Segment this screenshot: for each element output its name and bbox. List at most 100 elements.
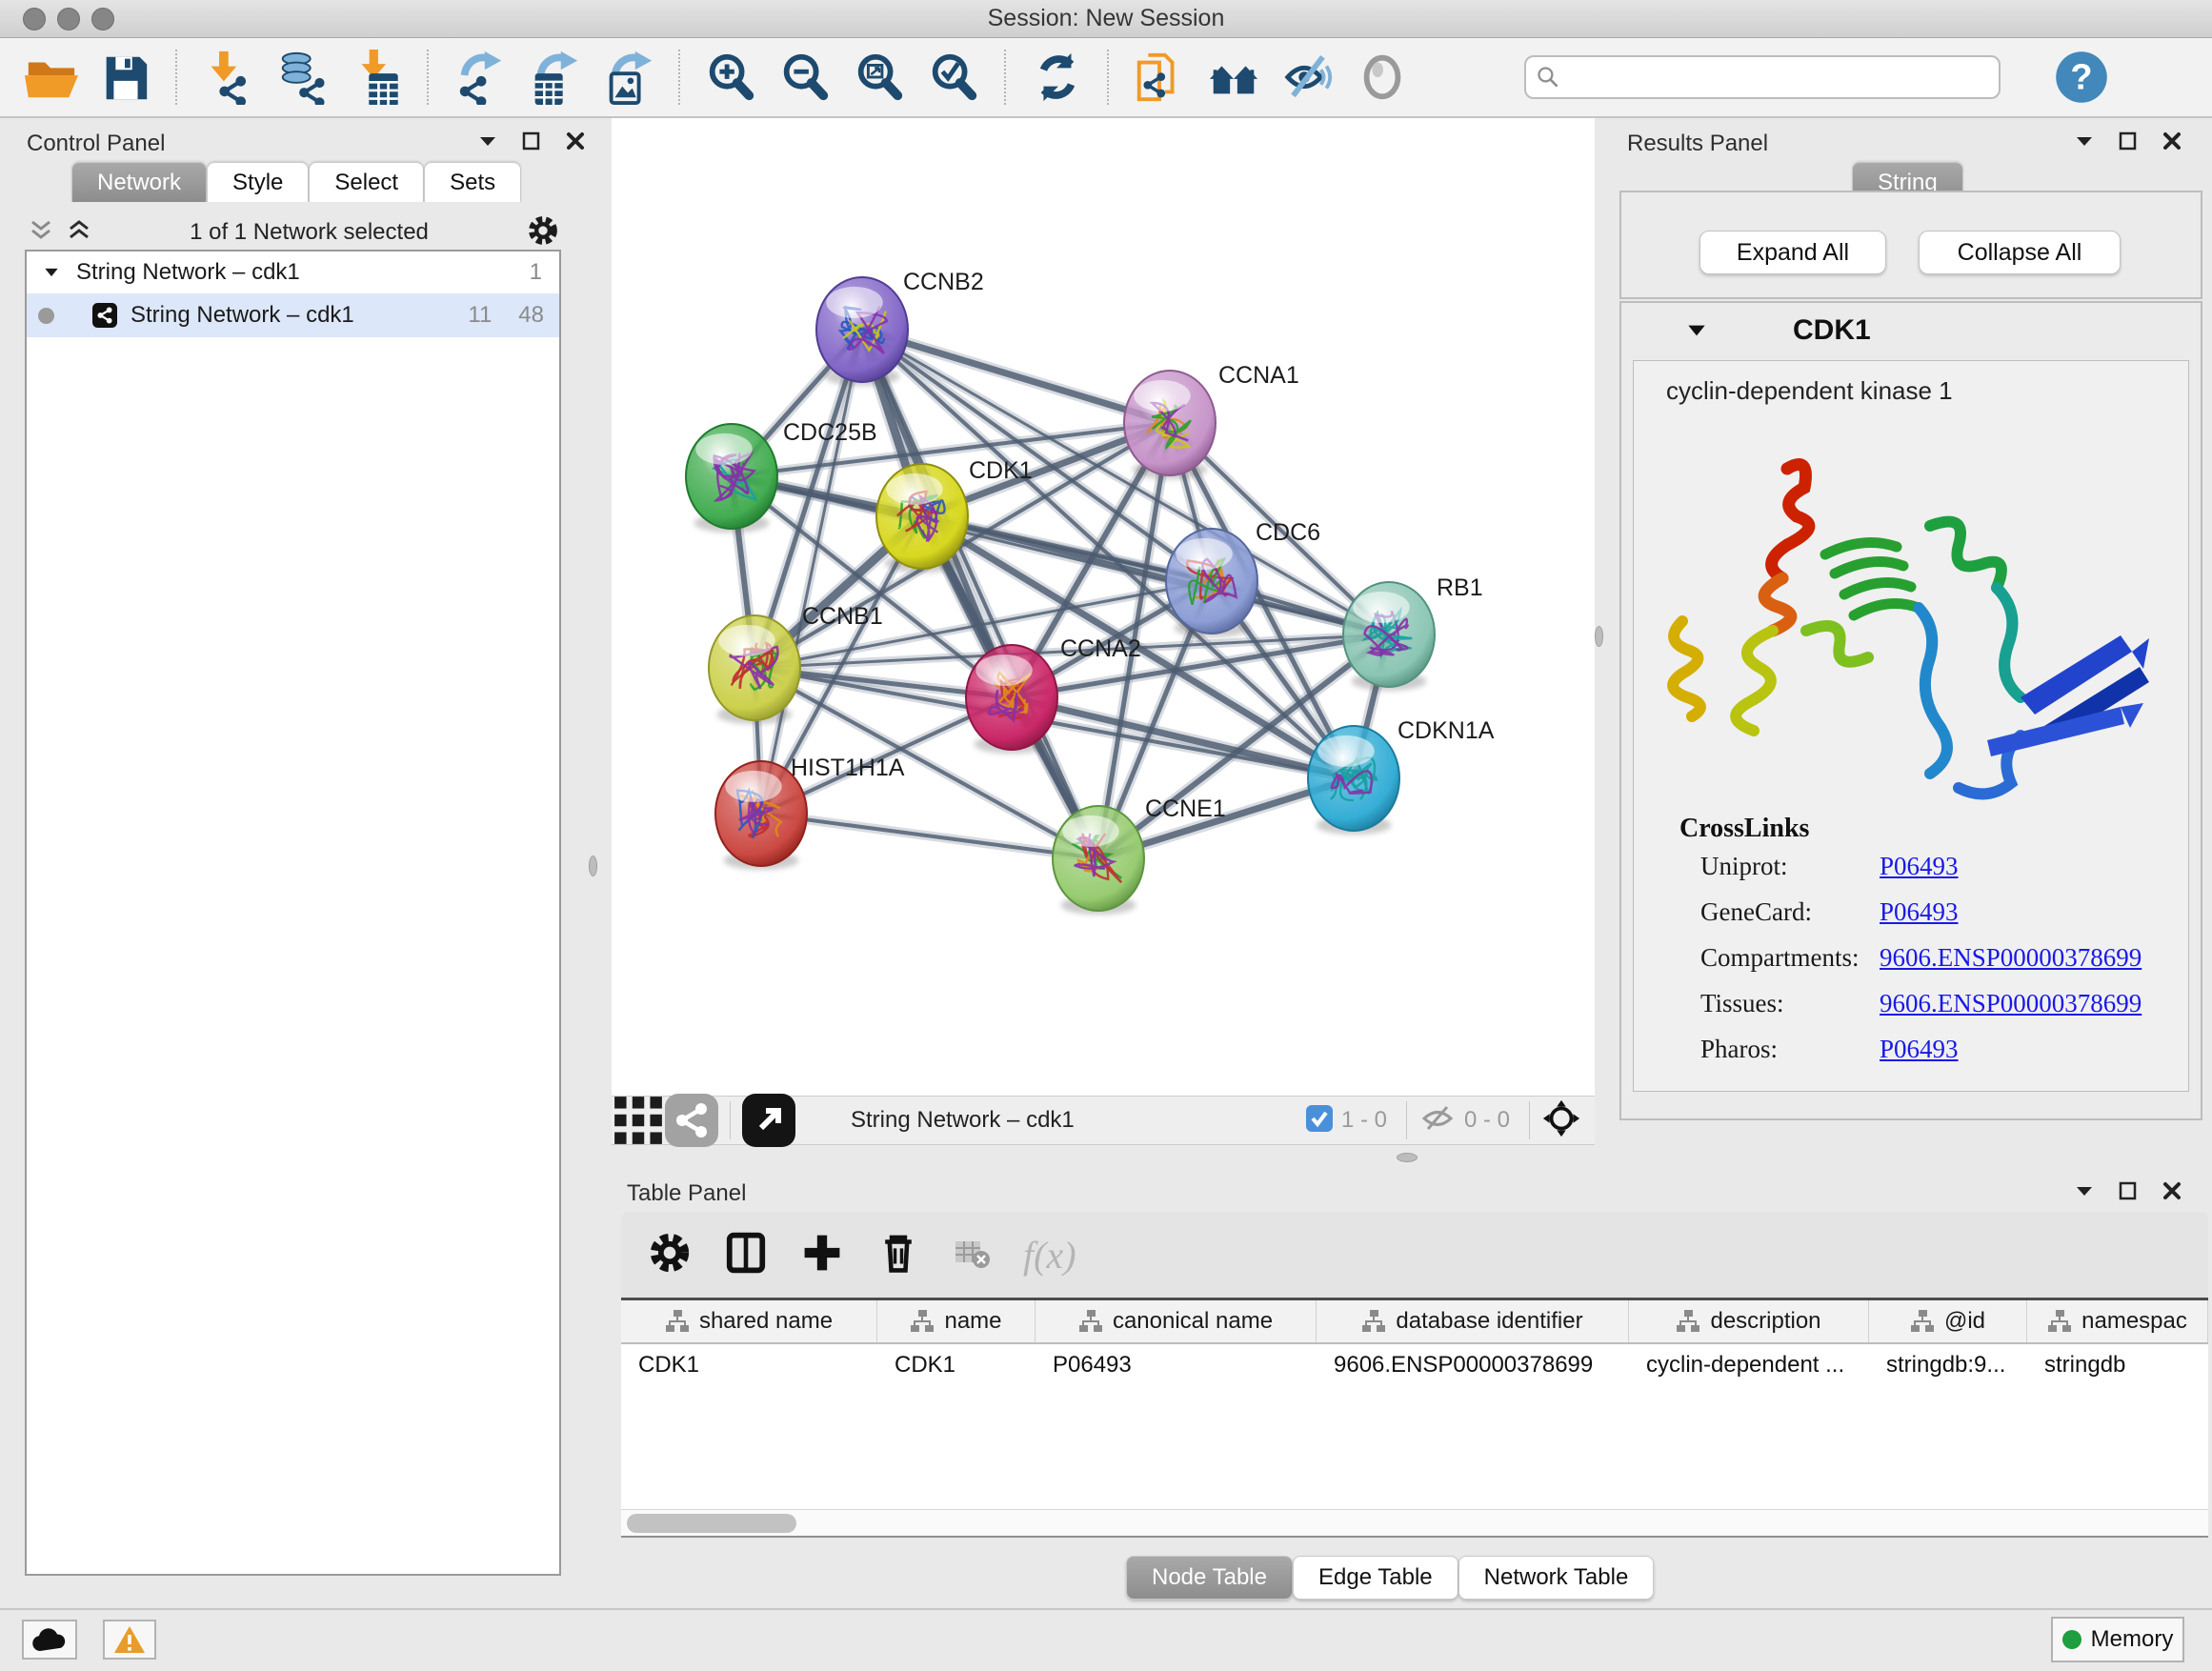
network-selection-status: 1 of 1 Network selected <box>91 219 527 246</box>
network-collection-row[interactable]: String Network – cdk1 1 <box>27 252 559 293</box>
collapse-all-tree-icon[interactable] <box>29 216 53 250</box>
cell-name[interactable]: CDK1 <box>877 1352 1036 1379</box>
node-RB1[interactable] <box>1343 582 1435 691</box>
table-h-scrollbar[interactable] <box>621 1509 2208 1536</box>
column-header-shared-name[interactable]: shared name <box>621 1300 877 1342</box>
right-splitter-handle[interactable] <box>1595 626 1603 647</box>
network-canvas[interactable]: CCNB2 CCNA1 CDC25B CDK1 CDC6 RB1 <box>612 118 1595 1096</box>
export-table-button[interactable] <box>516 47 591 108</box>
bottom-splitter-handle[interactable] <box>1397 1153 1418 1162</box>
search-box[interactable] <box>1524 55 2001 99</box>
export-image-button[interactable] <box>591 47 665 108</box>
results-node-section: CDK1 cyclin-dependent kinase 1 CrossLink… <box>1619 301 2202 1120</box>
window-title: Session: New Session <box>0 5 2212 32</box>
cell-canonical-name[interactable]: P06493 <box>1036 1352 1317 1379</box>
crosslink-label: Compartments: <box>1700 943 1880 973</box>
fit-content-crosshair-icon[interactable] <box>1541 1098 1581 1143</box>
warning-button[interactable] <box>103 1620 156 1660</box>
import-network-button[interactable] <box>191 47 265 108</box>
hidden-items-icon[interactable] <box>1418 1102 1457 1139</box>
help-button[interactable]: ? <box>2044 47 2119 108</box>
memory-button[interactable]: Memory <box>2051 1617 2184 1662</box>
crosslink-link[interactable]: P06493 <box>1880 852 1959 881</box>
save-session-button[interactable] <box>88 47 162 108</box>
birdseye-button[interactable] <box>1345 47 1419 108</box>
panel-close-icon[interactable] <box>564 130 587 157</box>
crosslink-link[interactable]: P06493 <box>1880 1035 1959 1064</box>
import-database-button[interactable] <box>265 47 339 108</box>
left-splitter-handle[interactable] <box>589 856 597 876</box>
column-header-name[interactable]: name <box>877 1300 1036 1342</box>
tab-style[interactable]: Style <box>207 162 309 202</box>
column-header-canonical-name[interactable]: canonical name <box>1036 1300 1317 1342</box>
panel-collapse-icon[interactable] <box>2073 130 2096 157</box>
crosslink-link[interactable]: P06493 <box>1880 897 1959 927</box>
tab-sets[interactable]: Sets <box>424 162 521 202</box>
cell-namespac[interactable]: stringdb <box>2027 1352 2208 1379</box>
cell-@id[interactable]: stringdb:9... <box>1869 1352 2027 1379</box>
zoom-out-button[interactable] <box>768 47 842 108</box>
tab-select[interactable]: Select <box>309 162 424 202</box>
table-toolbar: f(x) <box>621 1212 2208 1298</box>
table-row[interactable]: CDK1CDK1P064939606.ENSP00000378699cyclin… <box>621 1344 2208 1386</box>
cell-database-identifier[interactable]: 9606.ENSP00000378699 <box>1317 1352 1629 1379</box>
panel-close-icon[interactable] <box>2161 130 2183 157</box>
crosslink-row: Compartments: 9606.ENSP00000378699 <box>1700 943 2188 973</box>
node-CCNA1[interactable] <box>1124 371 1216 479</box>
panel-float-icon[interactable] <box>520 130 543 157</box>
cell-description[interactable]: cyclin-dependent ... <box>1629 1352 1869 1379</box>
birdseye-toggle-icon[interactable] <box>665 1090 718 1151</box>
column-header-@id[interactable]: @id <box>1869 1300 2027 1342</box>
show-columns-icon[interactable] <box>724 1231 768 1279</box>
node-CDC25B[interactable] <box>686 424 777 533</box>
expand-all-button[interactable]: Expand All <box>1699 231 1886 274</box>
network-graph[interactable]: CCNB2 CCNA1 CDC25B CDK1 CDC6 RB1 <box>612 118 1595 1096</box>
column-header-description[interactable]: description <box>1629 1300 1869 1342</box>
network-edge-count: 48 <box>518 302 544 329</box>
crosslink-label: Tissues: <box>1700 989 1880 1018</box>
delete-table-icon[interactable] <box>953 1234 991 1277</box>
hide-graphics-button[interactable] <box>1271 47 1345 108</box>
gene-section-header[interactable]: CDK1 <box>1621 303 2201 358</box>
zoom-selected-button[interactable] <box>916 47 991 108</box>
table-options-gear-icon[interactable] <box>648 1231 692 1279</box>
panel-collapse-icon[interactable] <box>2073 1179 2096 1207</box>
expand-all-tree-icon[interactable] <box>67 216 91 250</box>
create-column-icon[interactable] <box>800 1231 844 1279</box>
panel-collapse-icon[interactable] <box>476 130 499 157</box>
cloud-status-button[interactable] <box>22 1620 77 1660</box>
panel-float-icon[interactable] <box>2117 1179 2140 1207</box>
search-input[interactable] <box>1560 64 1970 91</box>
refresh-button[interactable] <box>1019 47 1094 108</box>
open-in-new-window-icon[interactable] <box>742 1090 795 1151</box>
panel-close-icon[interactable] <box>2161 1179 2183 1207</box>
panel-float-icon[interactable] <box>2117 130 2140 157</box>
tab-node-table[interactable]: Node Table <box>1126 1556 1293 1600</box>
zoom-in-button[interactable] <box>694 47 768 108</box>
column-header-namespac[interactable]: namespac <box>2027 1300 2208 1342</box>
crosslink-link[interactable]: 9606.ENSP00000378699 <box>1880 943 2142 973</box>
zoom-fit-button[interactable] <box>842 47 916 108</box>
network-options-gear-icon[interactable] <box>527 214 559 252</box>
delete-column-icon[interactable] <box>876 1231 920 1279</box>
tab-network[interactable]: Network <box>71 162 207 202</box>
status-bar: Memory <box>0 1608 2212 1671</box>
tab-network-table[interactable]: Network Table <box>1458 1556 1655 1600</box>
export-network-button[interactable] <box>442 47 516 108</box>
clipboard-network-button[interactable] <box>1122 47 1196 108</box>
node-CDKN1A[interactable] <box>1308 726 1399 835</box>
scrollbar-thumb[interactable] <box>627 1514 796 1533</box>
grid-view-icon[interactable] <box>612 1090 665 1151</box>
node-label-CDC6: CDC6 <box>1256 519 1320 546</box>
cell-shared-name[interactable]: CDK1 <box>621 1352 877 1379</box>
import-table-button[interactable] <box>339 47 413 108</box>
network-row-selected[interactable]: String Network – cdk1 11 48 <box>27 293 559 337</box>
open-file-button[interactable] <box>13 47 88 108</box>
crosslink-link[interactable]: 9606.ENSP00000378699 <box>1880 989 2142 1018</box>
tab-edge-table[interactable]: Edge Table <box>1293 1556 1458 1600</box>
home-button[interactable] <box>1196 47 1271 108</box>
selected-checkbox-icon[interactable] <box>1305 1104 1334 1137</box>
column-header-database-identifier[interactable]: database identifier <box>1317 1300 1629 1342</box>
node-CCNE1[interactable] <box>1053 806 1144 915</box>
collapse-all-button[interactable]: Collapse All <box>1919 231 2121 274</box>
